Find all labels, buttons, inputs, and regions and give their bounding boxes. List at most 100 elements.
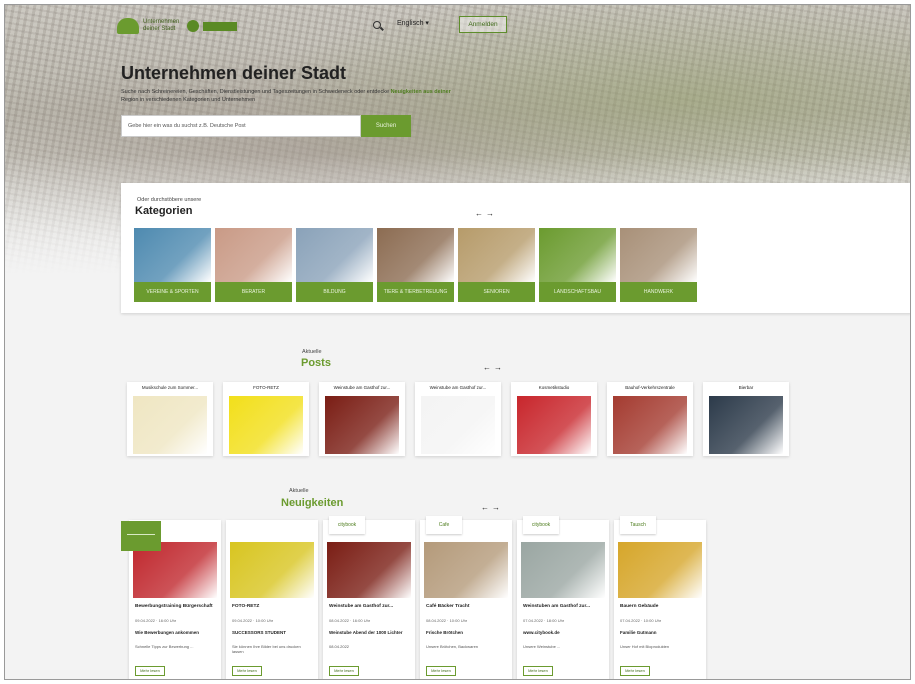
category-tile[interactable]: BERATER bbox=[215, 228, 292, 302]
post-card[interactable]: FOTO-RETZ bbox=[223, 382, 309, 456]
language-select[interactable]: Englisch ▾ bbox=[397, 19, 429, 27]
news-card[interactable]: Tausch Bauern Gebäude 07.04.2022 · 10:00 U… bbox=[614, 516, 706, 679]
category-label: VEREINE & SPORTEN bbox=[134, 282, 211, 302]
categories-pretitle: Oder durchstöbere unsere bbox=[137, 197, 202, 203]
post-card[interactable]: Weinstube am Gasthof zur... bbox=[415, 382, 501, 456]
category-image bbox=[377, 228, 454, 282]
category-tile[interactable]: BILDUNG bbox=[296, 228, 373, 302]
hero-subtitle-link[interactable]: Neuigkeiten aus deiner bbox=[391, 89, 451, 95]
news-date: 09.04.2022 · 16:00 Uhr bbox=[135, 618, 177, 623]
login-button[interactable]: Anmelden bbox=[459, 16, 507, 33]
post-image bbox=[613, 396, 687, 454]
news-title: Weinstuben am Gasthof zur... bbox=[523, 604, 591, 609]
post-image bbox=[517, 396, 591, 454]
news-date: 08.04.2022 · 10:00 Uhr bbox=[426, 618, 468, 623]
news-date: 07.04.2022 · 10:00 Uhr bbox=[620, 618, 662, 623]
category-image bbox=[134, 228, 211, 282]
post-card[interactable]: Weinstube am Gasthof zur... bbox=[319, 382, 405, 456]
news-text: Unsere Weinstube ... bbox=[523, 644, 561, 649]
news-subtitle: Familie Gutmann bbox=[620, 630, 657, 635]
news-text: Schnelle Tipps zur Bewerbung ... bbox=[135, 644, 194, 649]
categories-title: Kategorien bbox=[135, 205, 193, 217]
read-more-button[interactable]: Mehr lesen bbox=[135, 666, 165, 676]
news-list: Bewerbungstraining Bürgerschaft 09.04.202… bbox=[129, 516, 706, 679]
news-text: Unser Hof mit Bioprodukten bbox=[620, 644, 670, 649]
posts-list: Musikschule zum Sommer... FOTO-RETZ Weinst… bbox=[127, 382, 789, 456]
read-more-button[interactable]: Mehr lesen bbox=[329, 666, 359, 676]
post-title: FOTO-RETZ bbox=[253, 385, 279, 390]
logo-icon bbox=[117, 18, 139, 34]
news-badge: Tausch bbox=[620, 516, 656, 534]
read-more-button[interactable]: Mehr lesen bbox=[523, 666, 553, 676]
read-more-button[interactable]: Mehr lesen bbox=[232, 666, 262, 676]
category-tile[interactable]: SENIOREN bbox=[458, 228, 535, 302]
news-card[interactable]: Cafe Café Bäcker Tracht 08.04.2022 · 10:00… bbox=[420, 516, 512, 679]
posts-pretitle: Aktuelle bbox=[302, 349, 322, 355]
category-label: TIERE & TIERBETREUUNG bbox=[377, 282, 454, 302]
post-card[interactable]: Bierbar bbox=[703, 382, 789, 456]
partner-logo-icon bbox=[187, 20, 199, 32]
hero-subtitle: Suche nach Schreinereien, Geschäften, Di… bbox=[121, 89, 451, 103]
site-logo[interactable]: Unternehmen deiner Stadt bbox=[117, 18, 181, 34]
category-tile[interactable]: TIERE & TIERBETREUUNG bbox=[377, 228, 454, 302]
page-title: Unternehmen deiner Stadt bbox=[121, 63, 347, 83]
post-title: Kosmetikstudio bbox=[538, 385, 570, 390]
post-card[interactable]: Bauhof-Verkehrszentrale bbox=[607, 382, 693, 456]
post-title: Weinstube am Gasthof zur... bbox=[429, 385, 487, 390]
news-text: Sie können Ihre Bilder bei uns drucken l… bbox=[232, 644, 301, 654]
categories-arrows[interactable]: ←→ bbox=[475, 209, 497, 218]
news-highlight-badge bbox=[121, 521, 161, 551]
news-badge: citybook bbox=[523, 516, 559, 534]
news-title: Neuigkeiten bbox=[281, 497, 344, 509]
news-card[interactable]: FOTO-RETZ 09.04.2022 · 10:00 Uhr SUCCESSOR… bbox=[226, 520, 318, 679]
news-image bbox=[521, 542, 605, 598]
post-image bbox=[421, 396, 495, 454]
category-label: HANDWERK bbox=[620, 282, 697, 302]
read-more-button[interactable]: Mehr lesen bbox=[426, 666, 456, 676]
categories-panel: Oder durchstöbere unsere Kategorien ←→ V… bbox=[121, 183, 910, 313]
news-pretitle: Aktuelle bbox=[289, 488, 309, 494]
post-image bbox=[229, 396, 303, 454]
news-title: Weinstube am Gasthof zur... bbox=[329, 604, 394, 609]
category-label: LANDSCHAFTSBAU bbox=[539, 282, 616, 302]
category-tile[interactable]: VEREINE & SPORTEN bbox=[134, 228, 211, 302]
category-tile[interactable]: LANDSCHAFTSBAU bbox=[539, 228, 616, 302]
posts-arrows[interactable]: ←→ bbox=[483, 363, 505, 372]
news-arrows[interactable]: ←→ bbox=[481, 503, 503, 512]
news-title: FOTO-RETZ bbox=[232, 604, 260, 609]
news-title: Café Bäcker Tracht bbox=[426, 604, 470, 609]
post-title: Weinstube am Gasthof zur... bbox=[333, 385, 391, 390]
partner-logo-badge bbox=[203, 21, 237, 31]
search-input[interactable]: Gebe hier ein was du suchst z.B. Deutsch… bbox=[121, 115, 361, 137]
category-label: BERATER bbox=[215, 282, 292, 302]
category-image bbox=[458, 228, 535, 282]
news-subtitle: SUCCESSORS STUDENT bbox=[232, 630, 287, 635]
news-text: 08.04.2022 bbox=[329, 644, 350, 649]
news-image bbox=[618, 542, 702, 598]
news-date: 07.04.2022 · 18:00 Uhr bbox=[523, 618, 565, 623]
post-image bbox=[709, 396, 783, 454]
posts-title: Posts bbox=[301, 357, 331, 369]
category-image bbox=[215, 228, 292, 282]
category-image bbox=[539, 228, 616, 282]
news-card[interactable]: citybook Weinstuben am Gasthof zur... 07.0… bbox=[517, 516, 609, 679]
read-more-button[interactable]: Mehr lesen bbox=[620, 666, 650, 676]
category-label: SENIOREN bbox=[458, 282, 535, 302]
site-header: Unternehmen deiner Stadt bbox=[117, 15, 237, 37]
news-image bbox=[230, 542, 314, 598]
category-image bbox=[296, 228, 373, 282]
post-image bbox=[133, 396, 207, 454]
news-image bbox=[424, 542, 508, 598]
news-date: 08.04.2022 · 16:00 Uhr bbox=[329, 618, 371, 623]
post-card[interactable]: Kosmetikstudio bbox=[511, 382, 597, 456]
search-button[interactable]: Suchen bbox=[361, 115, 411, 137]
logo-text: Unternehmen deiner Stadt bbox=[143, 19, 180, 32]
page-frame: Unternehmen deiner Stadt Englisch ▾ Anme… bbox=[4, 4, 911, 680]
news-title: Bewerbungstraining Bürgerschaft bbox=[135, 604, 213, 609]
category-tile[interactable]: HANDWERK bbox=[620, 228, 697, 302]
search-icon[interactable] bbox=[373, 21, 381, 29]
news-card[interactable]: citybook Weinstube am Gasthof zur... 08.04… bbox=[323, 516, 415, 679]
post-title: Bauhof-Verkehrszentrale bbox=[625, 385, 675, 390]
category-image bbox=[620, 228, 697, 282]
post-card[interactable]: Musikschule zum Sommer... bbox=[127, 382, 213, 456]
